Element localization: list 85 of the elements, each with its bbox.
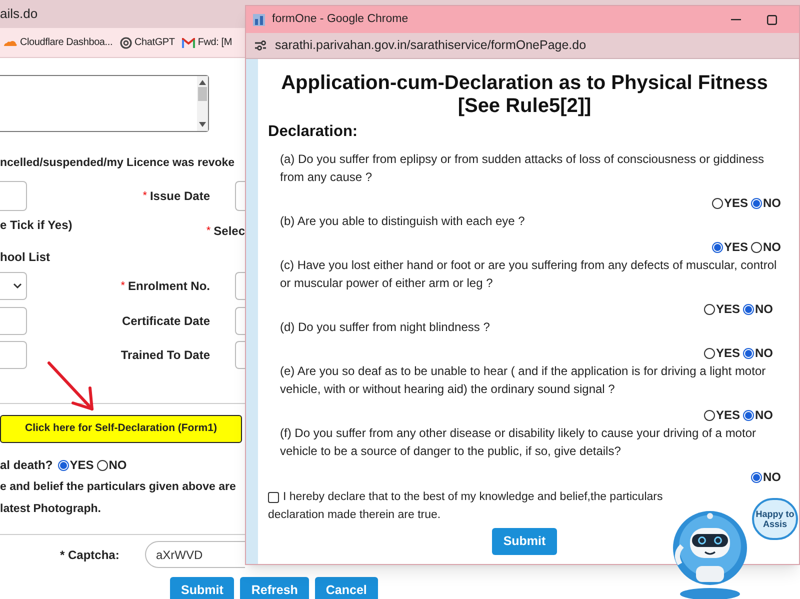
input-field[interactable] (235, 272, 245, 300)
option-label: YES (70, 458, 94, 472)
field-label: Selec (214, 223, 245, 240)
app-icon (252, 12, 266, 26)
body-text: e and belief the particulars given above are (0, 480, 237, 495)
input-field[interactable] (235, 181, 245, 211)
field-label: Certificate Date (122, 313, 210, 330)
radio-button[interactable] (751, 472, 762, 482)
radio-button[interactable] (712, 198, 723, 208)
field-label: Enrolment No. (128, 278, 210, 295)
option-label: NO (108, 458, 127, 472)
option-label: NO (755, 302, 773, 316)
captcha-label: * Captcha: (60, 546, 120, 564)
input-field[interactable] (235, 341, 245, 369)
field-label: e Tick if Yes) (0, 217, 72, 234)
site-settings-icon[interactable] (254, 40, 267, 51)
scroll-thumb[interactable] (198, 87, 207, 101)
scroll-down-icon[interactable] (199, 122, 206, 127)
declaration-text: I hereby declare that to the best of my knowledge and belief,the particulars (283, 490, 663, 505)
question-text: (e) Are you so deaf as to be unable to hear ( and if the application is for driving a light motor vehicle, with or without hearing aid) the ordinary sound signal ? (280, 363, 767, 398)
field-label: hool List (0, 249, 51, 264)
radio-button[interactable] (751, 242, 762, 252)
question-text: (b) Are you able to distinguish with each eye ? (280, 213, 526, 230)
radio-button[interactable] (704, 410, 715, 420)
select-field[interactable] (0, 272, 27, 300)
radio-button[interactable] (743, 348, 754, 358)
radio-button[interactable] (704, 304, 715, 314)
page-heading: [See Rule5[2]] (458, 95, 592, 118)
scrollbar[interactable] (197, 76, 208, 131)
notice-text: ncelled/suspended/my Licence was revoke (0, 156, 236, 171)
input-field[interactable] (0, 307, 27, 335)
declaration-text: declaration made therein are true. (268, 508, 441, 523)
field-label: Trained To Date (120, 347, 210, 364)
input-field[interactable] (0, 181, 27, 211)
option-label: NO (763, 240, 781, 254)
submit-button[interactable]: Submit (492, 528, 557, 555)
mail-icon (182, 38, 195, 48)
window-title: formOne - Google Chrome (272, 12, 408, 27)
chevron-down-icon (13, 283, 22, 289)
self-declaration-button[interactable]: Click here for Self-Declaration (Form1) (0, 415, 242, 443)
form-button[interactable]: Submit (170, 577, 234, 599)
option-label: NO (763, 196, 781, 210)
option-label: NO (755, 408, 773, 422)
option-label: NO (755, 346, 773, 360)
input-field[interactable] (235, 307, 245, 335)
page-heading: Application-cum-Declaration as to Physical Fitness (281, 72, 768, 95)
required-mark: * (142, 188, 147, 204)
tab-title[interactable]: ails.do (0, 4, 38, 24)
option-label: YES (716, 302, 740, 316)
body-text: latest Photograph. (0, 502, 102, 517)
bookmark-link[interactable]: Fwd: [M (198, 35, 232, 50)
option-label: YES (716, 408, 740, 422)
option-label: NO (763, 470, 781, 484)
knot-icon (120, 36, 132, 48)
bookmark-link[interactable]: Cloudflare Dashboa... (20, 35, 113, 50)
form-button[interactable]: Refresh (240, 577, 309, 599)
checkbox[interactable] (268, 492, 279, 502)
section-heading: Declaration: (268, 122, 359, 142)
option-label: YES (724, 240, 748, 254)
pointer-arrow (46, 360, 96, 412)
radio-button[interactable] (743, 304, 754, 314)
radio-button[interactable] (704, 348, 715, 358)
radio-button[interactable] (751, 198, 762, 208)
cloud-icon (3, 38, 17, 47)
form-button[interactable]: Cancel (314, 577, 378, 599)
radio-button[interactable] (743, 410, 754, 420)
question-text: al death? (0, 457, 53, 474)
radio-button[interactable] (58, 460, 69, 470)
input-field[interactable] (0, 341, 27, 369)
question-text: (c) Have you lost either hand or foot or are you suffering from any defects of muscular, control or muscular power of either arm or leg ? (280, 257, 778, 292)
maximize-icon[interactable] (767, 14, 777, 24)
question-text: (a) Do you suffer from eplipsy or from sudden attacks of loss of consciousness or giddiness from any cause ? (280, 151, 766, 186)
option-label: YES (724, 196, 748, 210)
bookmark-link[interactable]: ChatGPT (134, 35, 175, 50)
required-mark: * (120, 278, 125, 294)
minimize-icon[interactable] (731, 18, 741, 20)
question-text: (f) Do you suffer from any other disease or disability likely to cause your driving of a motor vehicle to be a source of danger to the public, if so, give details? (280, 425, 757, 460)
option-label: YES (716, 346, 740, 360)
radio-button[interactable] (712, 242, 723, 252)
required-mark: * (206, 224, 211, 239)
radio-button[interactable] (96, 460, 108, 470)
field-label: Issue Date (150, 188, 210, 205)
scroll-up-icon[interactable] (199, 80, 206, 85)
text-area[interactable] (0, 75, 209, 132)
question-text: (d) Do you suffer from night blindness ? (280, 319, 491, 336)
